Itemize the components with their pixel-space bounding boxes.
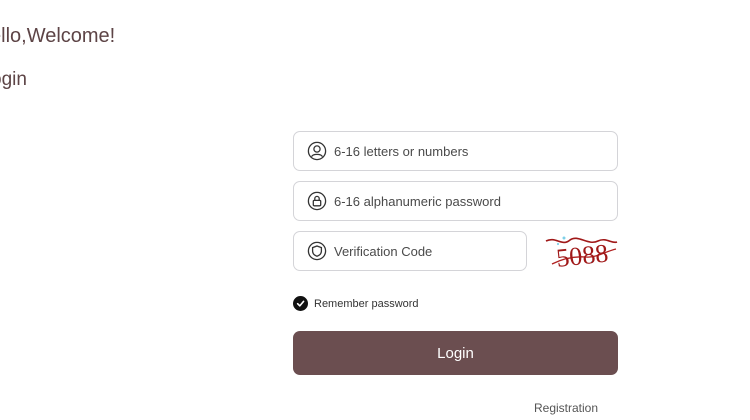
password-field[interactable] [293, 181, 618, 221]
shield-icon [306, 240, 328, 262]
login-button[interactable]: Login [293, 331, 618, 375]
verification-code-field[interactable] [293, 231, 527, 271]
checkmark-icon[interactable] [293, 296, 308, 311]
remember-password-toggle[interactable]: Remember password [293, 296, 419, 311]
username-input[interactable] [334, 143, 617, 159]
lock-icon [306, 190, 328, 212]
password-input[interactable] [334, 193, 617, 209]
captcha-text: 5088 [555, 239, 610, 272]
login-subtitle: ogin [0, 69, 27, 90]
login-page: ello,Welcome! ogin [0, 0, 750, 420]
user-icon [306, 140, 328, 162]
greeting-heading: ello,Welcome! [0, 25, 116, 47]
captcha-image[interactable]: 5088 [544, 232, 618, 273]
remember-password-label: Remember password [314, 297, 419, 310]
verification-code-input[interactable] [334, 243, 526, 259]
registration-link[interactable]: Registration [534, 401, 598, 415]
username-field[interactable] [293, 131, 618, 171]
